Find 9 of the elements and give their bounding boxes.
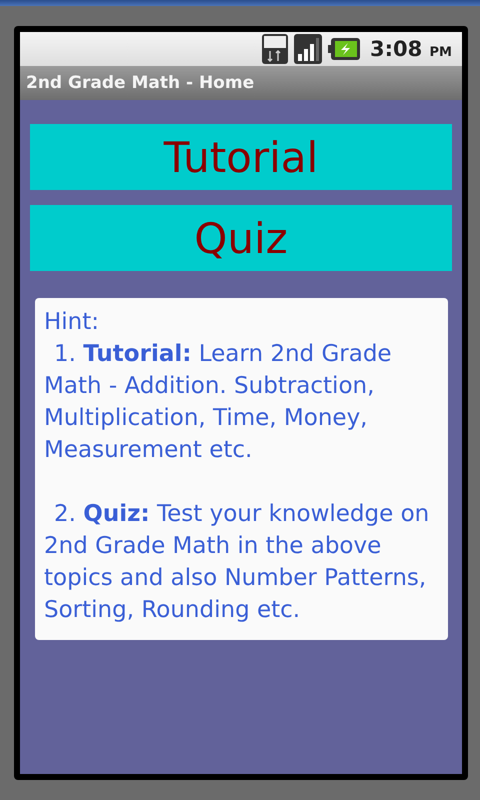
menu-button[interactable]: Tutorial <box>30 124 452 190</box>
hint-text: 2. Quiz: Test your knowledge on 2nd Grade Math in the above topics and also Number Patterns, Sorting, Rounding etc. <box>44 500 430 625</box>
menu-button[interactable]: Quiz <box>30 205 452 271</box>
hint-title: Hint: <box>44 308 100 337</box>
battery-charging-icon <box>328 38 360 60</box>
hint-text: 1. Tutorial: Learn 2nd Grade Math - Addition. Subtraction, Multiplication, Time, Money, Measurement etc. <box>44 340 393 465</box>
status-time: 3:08 PM <box>370 37 452 61</box>
window-title: 2nd Grade Math - Home <box>26 73 254 93</box>
signal-icon <box>294 34 322 64</box>
